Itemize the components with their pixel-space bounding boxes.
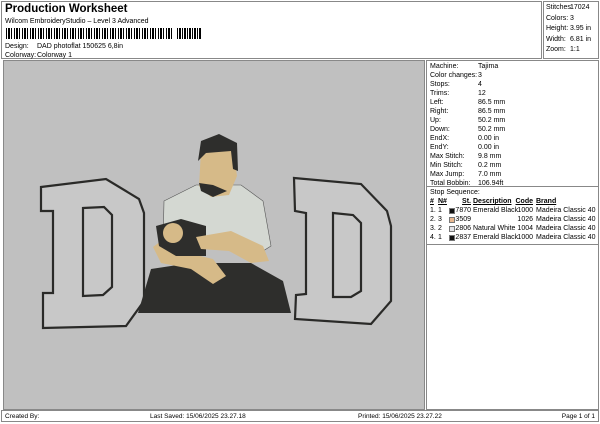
stat-row: Height: 3.95 in: [546, 25, 592, 32]
worksheet-header: Production Worksheet Wilcom EmbroiderySt…: [1, 1, 542, 59]
barcode: [6, 28, 174, 39]
info-row: Up: 50.2 mm: [430, 117, 506, 124]
info-row: Max Jump: 7.0 mm: [430, 171, 502, 178]
info-row: Color changes:3: [430, 72, 482, 79]
info-row: Left: 86.5 mm: [430, 99, 506, 106]
stop-row: 4. 1 2837 Emerald Black 1000 Madeira Classic …: [430, 234, 596, 241]
design-name: DAD photoflat 150625 6,8in: [37, 43, 124, 50]
design-row: Design: DAD photoflat 150625 6,8in: [5, 43, 124, 50]
info-row: Right: 86.5 mm: [430, 108, 506, 115]
stop-row: 2. 3 3509 1026 Madeira Classic 40: [430, 216, 596, 223]
stop-sequence: Stop Sequence: # N# St. Description Code…: [427, 186, 598, 242]
info-row: Max Stitch: 9.8 mm: [430, 153, 502, 160]
footer: Created By: Last Saved: 15/06/2025 23.27…: [1, 410, 599, 422]
info-row: Machine: Tajima: [430, 63, 499, 70]
stop-sequence-header: # N# St. Description Code Brand: [430, 198, 557, 205]
father-figure: [138, 134, 291, 313]
info-row: EndY: 0.00 in: [430, 144, 500, 151]
stats-panel: Stitches:17024 Colors: 3 Height: 3.95 in Widt…: [543, 1, 599, 59]
colorway-row: Colorway:Colorway 1: [5, 52, 73, 59]
software-name: Wilcom EmbroideryStudio – Level 3 Advanc…: [5, 18, 149, 25]
info-row: Down: 50.2 mm: [430, 126, 506, 133]
stat-row: Width: 6.81 in: [546, 35, 592, 43]
created-by: Created By:: [5, 413, 40, 420]
last-saved: Last Saved: 15/06/2025 23.27.18: [150, 413, 246, 420]
printed-date: Printed: 15/06/2025 23.27.22: [358, 413, 442, 420]
info-row: Trims: 12: [430, 90, 486, 97]
info-row: EndX: 0.00 in: [430, 135, 500, 142]
stop-sequence-title: Stop Sequence:: [430, 189, 480, 196]
divider: [427, 244, 598, 245]
stat-row: Zoom: 1:1: [546, 46, 580, 53]
stop-row: 1. 1 7870 Emerald Black 1000 Madeira Classic …: [430, 207, 596, 214]
colorway-name: Colorway 1: [37, 52, 73, 59]
info-row: Stops: 4: [430, 81, 482, 88]
letter-d-left: [39, 177, 146, 330]
machine-info-panel: Machine: Tajima Color changes:3 Stops: 4 Trim…: [426, 60, 599, 410]
stop-row: 3. 2 2806 Natural White 1004 Madeira Classic …: [430, 225, 596, 232]
embroidery-design-image: [39, 134, 393, 330]
stat-row: Stitches:17024: [546, 4, 590, 11]
barcode-suffix: [177, 28, 202, 39]
letter-d-right: [292, 176, 393, 326]
info-row: Min Stitch: 0.2 mm: [430, 162, 502, 169]
stat-row: Colors: 3: [546, 14, 574, 22]
page-title: Production Worksheet: [5, 3, 128, 15]
page-number: Page 1 of 1: [561, 413, 595, 420]
design-preview: [3, 60, 425, 410]
